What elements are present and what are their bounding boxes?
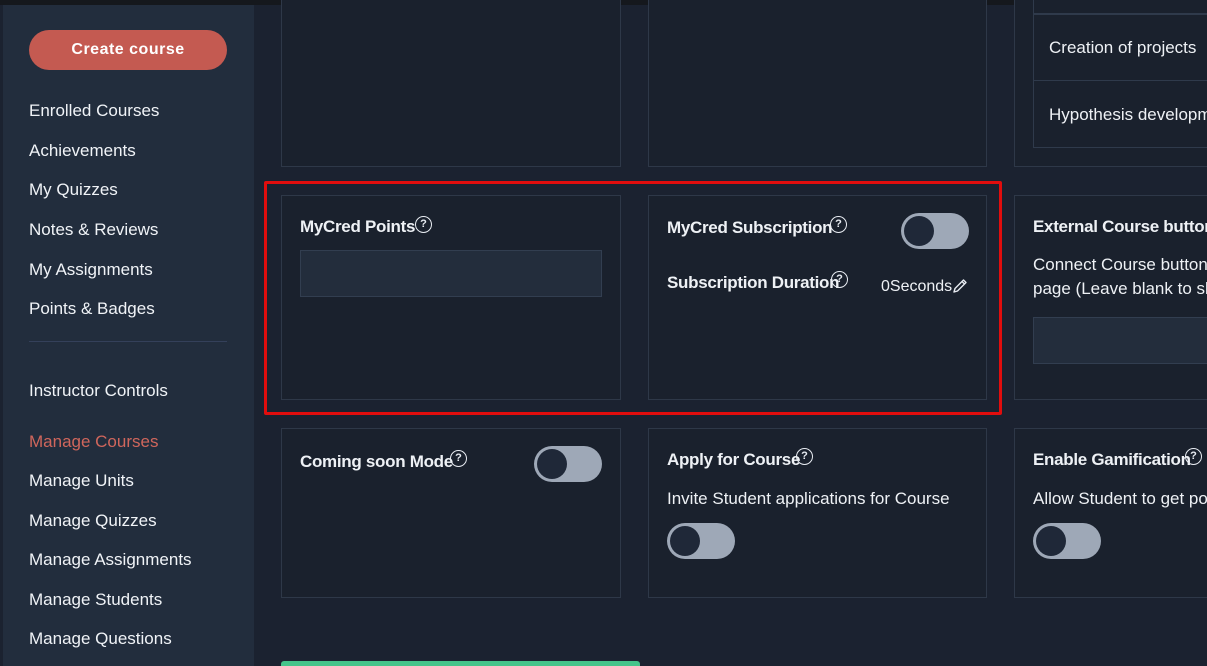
apply-course-desc: Invite Student applications for Course — [667, 489, 950, 508]
sidebar-item-manage-questions[interactable]: Manage Questions — [29, 629, 172, 649]
gamification-card: Enable Gamification ? Allow Student to g… — [1014, 428, 1207, 598]
list-item — [1033, 0, 1207, 14]
gamification-title: Enable Gamification — [1033, 450, 1191, 469]
external-course-button-card: External Course button li Connect Course… — [1014, 195, 1207, 400]
external-course-button-input[interactable] — [1033, 317, 1207, 364]
sidebar-item-my-assignments[interactable]: My Assignments — [29, 260, 153, 280]
sidebar-item-achievements[interactable]: Achievements — [29, 141, 136, 161]
coming-soon-toggle[interactable] — [534, 446, 602, 482]
sidebar-item-notes-reviews[interactable]: Notes & Reviews — [29, 220, 158, 240]
coming-soon-card: Coming soon Mode ? — [281, 428, 621, 598]
settings-card-top-2 — [648, 0, 987, 167]
sidebar-item-manage-assignments[interactable]: Manage Assignments — [29, 550, 192, 570]
apply-course-toggle[interactable] — [667, 523, 735, 559]
sidebar-item-manage-students[interactable]: Manage Students — [29, 590, 162, 610]
external-course-button-desc-2: page (Leave blank to skip — [1033, 279, 1207, 298]
sidebar-heading-instructor-controls[interactable]: Instructor Controls — [29, 381, 168, 401]
create-course-button[interactable]: Create course — [29, 30, 227, 70]
sidebar-item-my-quizzes[interactable]: My Quizzes — [29, 180, 118, 200]
help-circle-icon[interactable]: ? — [450, 450, 467, 467]
sidebar-divider — [29, 341, 227, 342]
highlight-box — [264, 181, 1002, 415]
coming-soon-title: Coming soon Mode — [300, 452, 453, 471]
apply-course-card: Apply for Course ? Invite Student applic… — [648, 428, 987, 598]
toggle-knob — [537, 449, 567, 479]
gamification-desc: Allow Student to get poin — [1033, 489, 1207, 508]
external-course-button-title: External Course button li — [1033, 217, 1207, 236]
sidebar-item-manage-courses[interactable]: Manage Courses — [29, 432, 158, 452]
help-circle-icon[interactable]: ? — [1185, 448, 1202, 465]
sidebar-item-manage-units[interactable]: Manage Units — [29, 471, 134, 491]
help-circle-icon[interactable]: ? — [796, 448, 813, 465]
list-item[interactable]: Hypothesis developme — [1033, 80, 1207, 148]
gamification-toggle[interactable] — [1033, 523, 1101, 559]
toggle-knob — [670, 526, 700, 556]
toggle-knob — [1036, 526, 1066, 556]
list-item-label: Creation of projects — [1049, 38, 1197, 57]
external-course-button-desc-1: Connect Course button to — [1033, 255, 1207, 274]
apply-course-title: Apply for Course — [667, 450, 801, 469]
list-item-label: Hypothesis developme — [1049, 105, 1207, 124]
sidebar-item-enrolled-courses[interactable]: Enrolled Courses — [29, 101, 159, 121]
sidebar-item-points-badges[interactable]: Points & Badges — [29, 299, 155, 319]
settings-card-top-1 — [281, 0, 621, 167]
sidebar: Create course Enrolled Courses Achieveme… — [3, 5, 254, 666]
sidebar-item-manage-quizzes[interactable]: Manage Quizzes — [29, 511, 157, 531]
save-button[interactable] — [281, 661, 640, 666]
list-item[interactable]: Creation of projects — [1033, 14, 1207, 81]
